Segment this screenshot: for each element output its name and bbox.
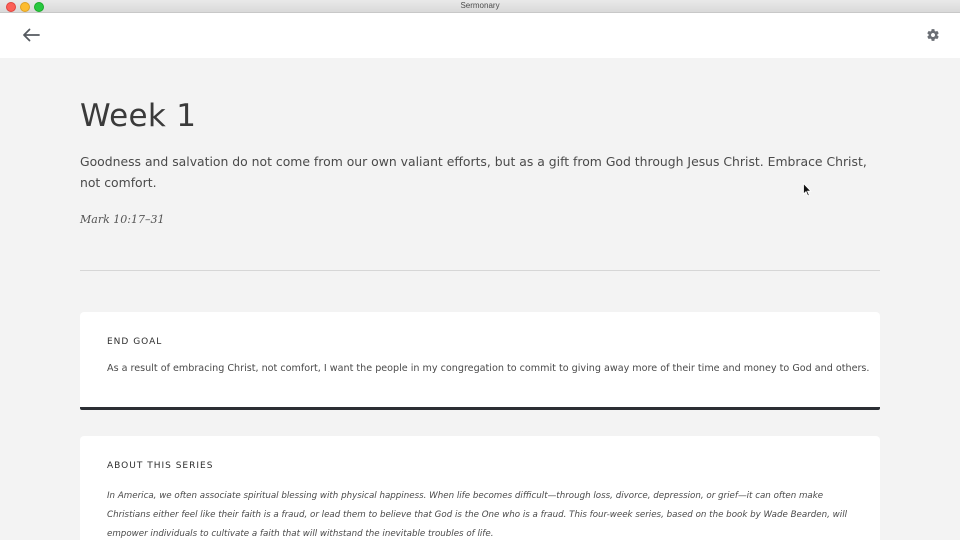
back-button[interactable] [18,23,44,47]
arrow-left-icon [23,28,40,42]
end-goal-text: As a result of embracing Christ, not com… [107,363,870,374]
page-title: Week 1 [80,98,197,134]
settings-button[interactable] [922,24,944,46]
end-goal-card[interactable]: END GOAL As a result of embracing Christ… [80,312,880,410]
app-window: Sermonary Week 1 Goodness and salvation … [0,0,960,540]
scripture-reference: Mark 10:17–31 [80,213,165,226]
mouse-cursor-icon [803,183,812,197]
about-series-heading: ABOUT THIS SERIES [107,461,214,471]
week-summary: Goodness and salvation do not come from … [80,154,867,190]
about-series-text: In America, we often associate spiritual… [107,491,848,539]
gear-icon [927,29,939,41]
end-goal-heading: END GOAL [107,337,163,347]
window-title: Sermonary [460,1,500,10]
header [0,13,960,58]
title-bar: Sermonary [0,0,960,13]
section-divider [80,270,880,271]
about-series-card[interactable]: ABOUT THIS SERIES In America, we often a… [80,436,880,540]
